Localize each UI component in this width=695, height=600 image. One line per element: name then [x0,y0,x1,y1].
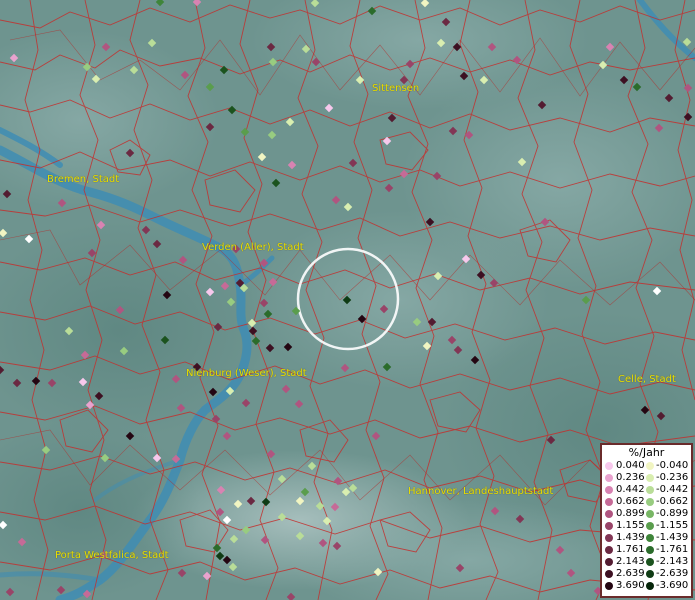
map-base-layer [0,0,695,600]
legend-value-negative: -2.639 [656,568,689,579]
legend-value-negative: -1.761 [656,544,689,555]
legend-row: 3.690 -3.690 [602,580,691,592]
legend-swatch-positive [605,534,613,542]
legend-swatch-negative [646,462,654,470]
legend-title: %/Jahr [628,446,665,459]
legend-value-positive: 0.040 [616,460,645,471]
legend-row: 0.442 -0.442 [602,484,691,496]
legend-value-positive: 1.155 [616,520,645,531]
legend-value-positive: 2.143 [616,556,645,567]
legend-row: 0.040 -0.040 [602,460,691,472]
legend-swatch-positive [605,462,613,470]
legend-value-negative: -3.690 [656,580,689,591]
legend-row: 1.439 -1.439 [602,532,691,544]
legend-swatch-positive [605,474,613,482]
city-label: Bremen, Stadt [47,174,120,185]
legend-row: 0.899 -0.899 [602,508,691,520]
legend-swatch-negative [646,486,654,494]
legend-swatch-negative [646,534,654,542]
city-label: Porta Westfalica, Stadt [55,550,169,561]
legend-swatch-negative [646,474,654,482]
legend-swatch-negative [646,546,654,554]
legend-swatch-negative [646,582,654,590]
legend-row: 2.143 -2.143 [602,556,691,568]
legend-row: 1.155 -1.155 [602,520,691,532]
city-label: Hannover, Landeshauptstadt [408,486,554,497]
legend-swatch-positive [605,582,613,590]
map-legend: %/Jahr 0.040 -0.040 0.236 -0.236 0.442 -0.442… [600,443,693,598]
legend-swatch-negative [646,558,654,566]
legend-row: 0.662 -0.662 [602,496,691,508]
legend-value-positive: 1.439 [616,532,645,543]
city-label: Celle, Stadt [618,374,676,385]
legend-value-positive: 0.442 [616,484,645,495]
legend-swatch-negative [646,510,654,518]
city-label: Sittensen [372,83,420,94]
legend-swatch-negative [646,498,654,506]
legend-swatch-positive [605,498,613,506]
legend-value-negative: -0.442 [656,484,689,495]
legend-value-positive: 0.662 [616,496,645,507]
legend-value-negative: -0.662 [656,496,689,507]
legend-swatch-positive [605,546,613,554]
legend-row: 2.639 -2.639 [602,568,691,580]
legend-value-negative: -0.899 [656,508,689,519]
legend-swatch-negative [646,522,654,530]
legend-value-positive: 0.236 [616,472,645,483]
legend-swatch-negative [646,570,654,578]
legend-swatch-positive [605,570,613,578]
legend-swatch-positive [605,486,613,494]
legend-value-positive: 2.639 [616,568,645,579]
legend-value-negative: -2.143 [656,556,689,567]
legend-value-negative: -0.236 [656,472,689,483]
map-view[interactable]: Sittensen Bremen, Stadt Verden (Aller), St… [0,0,695,600]
legend-value-negative: -1.155 [656,520,689,531]
legend-swatch-positive [605,510,613,518]
city-label: Verden (Aller), Stadt [202,242,304,253]
legend-row: 1.761 -1.761 [602,544,691,556]
legend-value-positive: 1.761 [616,544,645,555]
legend-value-negative: -1.439 [656,532,689,543]
legend-value-positive: 0.899 [616,508,645,519]
city-label: Nienburg (Weser), Stadt [186,368,307,379]
legend-swatch-positive [605,558,613,566]
legend-value-negative: -0.040 [656,460,689,471]
legend-swatch-positive [605,522,613,530]
legend-value-positive: 3.690 [616,580,645,591]
legend-row: 0.236 -0.236 [602,472,691,484]
legend-rows: 0.040 -0.040 0.236 -0.236 0.442 -0.442 0.662 -0… [602,460,691,592]
